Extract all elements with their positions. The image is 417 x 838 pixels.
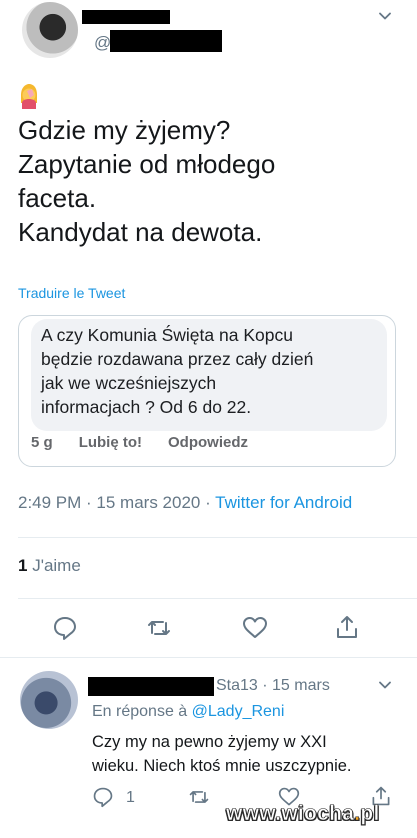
divider — [0, 657, 417, 658]
reply-count: 1 — [126, 789, 135, 806]
reply-text-line: Czy my na pewno żyjemy w XXI — [92, 733, 327, 751]
like-icon[interactable] — [242, 615, 268, 641]
tweet-text-line: Zapytanie od młodego — [18, 149, 276, 179]
divider — [18, 537, 417, 538]
in-reply-prefix: En réponse à — [92, 703, 192, 720]
comment-reply-label: Odpowiedz — [168, 434, 249, 451]
tweet-source[interactable]: Twitter for Android — [215, 493, 352, 512]
redacted-display-name — [82, 10, 170, 24]
in-reply-to: En réponse à @Lady_Reni — [92, 703, 284, 721]
retweet-icon[interactable] — [188, 786, 210, 808]
reply-icon[interactable] — [92, 786, 114, 808]
tweet-timestamp[interactable]: 2:49 PM · 15 mars 2020 · — [18, 493, 215, 512]
woman-facepalming-emoji-icon — [21, 84, 37, 109]
likes-label: J'aime — [27, 556, 81, 575]
comment-bubble: A czy Komunia Święta na Kopcu będzie roz… — [31, 319, 387, 431]
watermark-prefix: www. — [226, 802, 282, 826]
comment-line: jak we wcześniejszych — [41, 373, 217, 393]
tweet-text-line: faceta. — [18, 183, 97, 213]
comment-line: A czy Komunia Święta na Kopcu — [41, 325, 293, 345]
tweet-text-line: Gdzie my żyjemy? — [18, 115, 231, 145]
comment-line: będzie rozdawana przez cały dzień — [41, 349, 314, 369]
redacted-reply-name — [88, 677, 214, 696]
reply-author-avatar[interactable] — [20, 671, 78, 729]
divider — [18, 598, 417, 599]
retweet-icon[interactable] — [146, 615, 172, 641]
author-avatar[interactable] — [22, 2, 78, 58]
translate-tweet-link[interactable]: Traduire le Tweet — [18, 285, 125, 301]
reply-icon[interactable] — [52, 615, 78, 641]
likes-summary[interactable]: 1 J'aime — [18, 556, 81, 576]
reply-text-line: wieku. Niech ktoś mnie uszczypnie. — [92, 757, 352, 775]
watermark-brand: wiocha — [281, 802, 355, 826]
reply-text: Czy my na pewno żyjemy w XXI wieku. Niec… — [92, 730, 352, 778]
chevron-down-icon[interactable] — [378, 9, 392, 23]
comment-age: 5 g — [31, 434, 53, 451]
comment-line: informacjach ? Od 6 do 22. — [41, 397, 252, 417]
redacted-handle — [110, 30, 222, 52]
reply-author-handle[interactable]: Sta13 · 15 mars — [216, 677, 330, 695]
site-watermark: www.wiocha.pl — [226, 802, 380, 826]
tweet-meta: 2:49 PM · 15 mars 2020 · Twitter for And… — [18, 493, 352, 513]
watermark-tld: pl — [360, 802, 380, 826]
tweet-text: Gdzie my żyjemy? Zapytanie od młodego fa… — [18, 113, 408, 249]
in-reply-mention[interactable]: @Lady_Reni — [192, 703, 285, 720]
tweet-text-line: Kandydat na dewota. — [18, 217, 263, 247]
share-icon[interactable] — [334, 614, 360, 640]
comment-actions: 5 g Lubię to! Odpowiedz — [31, 434, 274, 451]
chevron-down-icon[interactable] — [378, 678, 392, 692]
author-handle-prefix[interactable]: @ — [94, 33, 111, 53]
attached-screenshot[interactable]: A czy Komunia Święta na Kopcu będzie roz… — [18, 315, 396, 467]
comment-like-label: Lubię to! — [78, 434, 143, 451]
tweet-header: @ — [0, 0, 417, 70]
